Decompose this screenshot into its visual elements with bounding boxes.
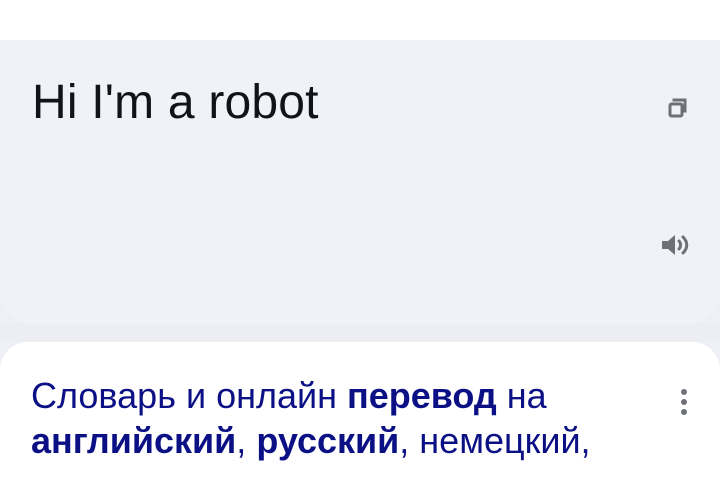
result-title-part: , xyxy=(236,420,257,461)
mobile-search-page: Hi I'm a robot Словарь и онлайн перевод … xyxy=(0,0,720,480)
search-result-title-link[interactable]: Словарь и онлайн перевод на английский , … xyxy=(31,373,651,463)
more-options-button[interactable] xyxy=(668,382,700,420)
result-title-highlight: перевод xyxy=(346,375,497,416)
translated-text[interactable]: Hi I'm a robot xyxy=(32,76,319,130)
speaker-icon xyxy=(662,235,689,255)
search-result-card: Словарь и онлайн перевод на английский , … xyxy=(0,342,720,480)
listen-button[interactable] xyxy=(655,224,697,266)
result-title-part: , немецкий, xyxy=(399,420,591,461)
translation-card: Hi I'm a robot xyxy=(0,40,720,324)
section-gap xyxy=(0,324,720,342)
result-title-highlight: русский xyxy=(256,420,400,461)
result-title-part: Словарь и онлайн xyxy=(31,375,347,416)
result-title-part: на xyxy=(496,375,547,416)
result-title-highlight: английский xyxy=(31,420,237,461)
copy-icon xyxy=(668,98,687,118)
top-white-area xyxy=(0,0,720,40)
copy-button[interactable] xyxy=(655,88,697,130)
